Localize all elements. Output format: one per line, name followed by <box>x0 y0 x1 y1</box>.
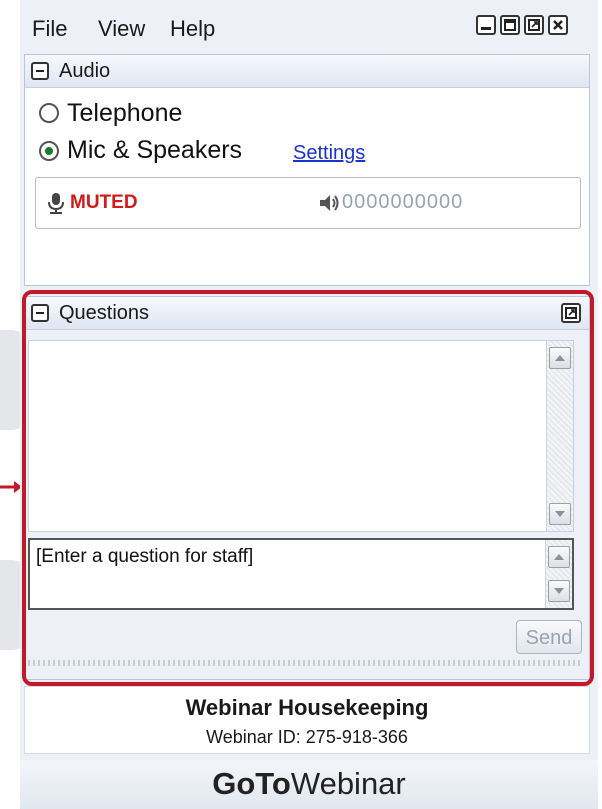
audio-status-box: MUTED 0000000000 <box>35 177 581 229</box>
questions-header: Questions <box>25 297 589 330</box>
menu-view[interactable]: View <box>98 16 145 42</box>
audio-title: Audio <box>59 60 111 82</box>
question-input-placeholder: [Enter a question for staff] <box>36 546 254 567</box>
scroll-down-button[interactable] <box>549 503 571 525</box>
questions-popout-button[interactable] <box>561 303 581 323</box>
brand-logo: GoToWebinar <box>20 760 598 809</box>
minimize-button[interactable] <box>476 15 496 35</box>
audio-section: Audio Telephone Mic & Speakers Settings … <box>24 54 590 286</box>
question-input[interactable]: [Enter a question for staff] <box>28 538 574 610</box>
question-input-scrollbar[interactable] <box>545 540 572 608</box>
close-button[interactable] <box>548 15 568 35</box>
send-button[interactable]: Send <box>516 620 582 654</box>
questions-collapse-button[interactable] <box>31 304 49 322</box>
menu-help[interactable]: Help <box>170 16 215 42</box>
muted-status: MUTED <box>70 192 138 213</box>
arrow-down-icon <box>554 588 564 594</box>
questions-title: Questions <box>59 302 150 324</box>
telephone-label[interactable]: Telephone <box>67 99 182 128</box>
minimize-icon <box>481 27 491 30</box>
telephone-radio[interactable] <box>39 103 59 123</box>
maximize-button[interactable] <box>500 15 520 35</box>
mic-speakers-label[interactable]: Mic & Speakers <box>67 136 242 165</box>
arrow-up-icon <box>555 355 565 361</box>
gotowebinar-control-panel: File View Help Audio Telephone Mic & Spe… <box>20 0 598 809</box>
scroll-up-button[interactable] <box>548 546 570 568</box>
scroll-down-button[interactable] <box>548 580 570 602</box>
popout-icon <box>528 19 540 31</box>
audio-header: Audio <box>25 55 589 88</box>
questions-log[interactable] <box>28 340 574 532</box>
popout-button[interactable] <box>524 15 544 35</box>
questions-log-scrollbar[interactable] <box>546 341 573 531</box>
mic-speakers-radio[interactable] <box>39 141 59 161</box>
webinar-info: Webinar Housekeeping Webinar ID: 275-918… <box>24 686 590 754</box>
resize-grip[interactable] <box>28 660 582 666</box>
audio-collapse-button[interactable] <box>31 62 49 80</box>
pointer-arrow-icon <box>0 481 22 493</box>
popout-icon <box>565 307 577 319</box>
arrow-down-icon <box>555 511 565 517</box>
volume-meter: 0000000000 <box>342 191 464 213</box>
menu-bar: File View Help <box>20 0 598 52</box>
arrow-up-icon <box>554 554 564 560</box>
maximize-icon <box>504 19 516 31</box>
webinar-title: Webinar Housekeeping <box>185 695 429 720</box>
settings-link[interactable]: Settings <box>293 142 365 165</box>
webinar-id: Webinar ID: 275-918-366 <box>206 727 408 747</box>
menu-file[interactable]: File <box>32 16 67 42</box>
microphone-icon[interactable] <box>46 192 66 214</box>
brand-logo-text: GoToWebinar <box>212 766 406 801</box>
close-icon <box>553 20 563 30</box>
scroll-up-button[interactable] <box>549 347 571 369</box>
speaker-icon <box>320 195 339 211</box>
